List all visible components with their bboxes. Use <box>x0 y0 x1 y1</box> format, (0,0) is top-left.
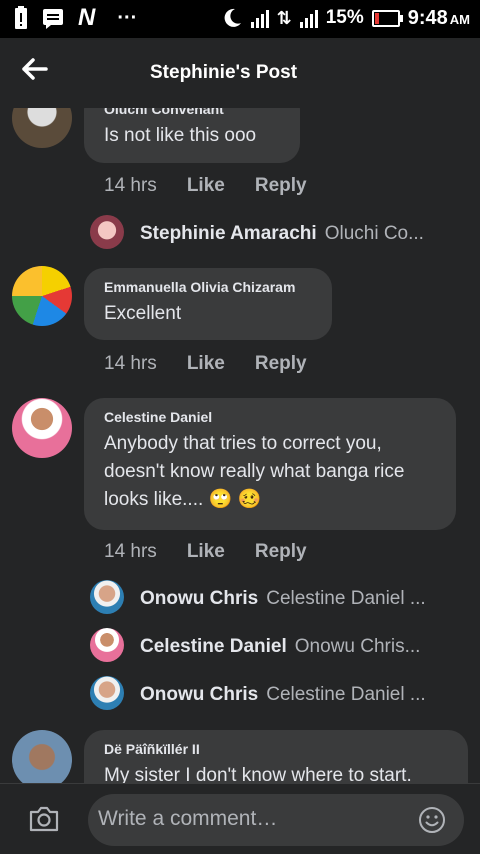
comment-text: Anybody that tries to correct you, doesn… <box>104 430 436 514</box>
reply-text: Celestine Daniel ... <box>266 684 426 705</box>
reply-text: Oluchi Co... <box>324 223 424 244</box>
more-dots-icon: ··· <box>117 7 138 29</box>
reply-preview[interactable]: Onowu Chris Celestine Daniel ... <box>140 684 426 706</box>
avatar[interactable] <box>12 730 72 783</box>
battery-icon <box>371 9 403 27</box>
comment-bubble[interactable]: Oluchi Convenant Is not like this ooo <box>84 108 300 163</box>
avatar[interactable] <box>90 676 124 710</box>
reply-preview[interactable]: Celestine Daniel Onowu Chris... <box>140 636 420 658</box>
comment-time: 14 hrs <box>104 541 157 562</box>
data-arrows-icon: ⇅ <box>276 8 292 28</box>
comment-text-line: doesn't know really what banga rice <box>104 461 405 482</box>
arrow-left-icon <box>22 58 48 80</box>
camera-button[interactable] <box>28 805 60 838</box>
like-button[interactable]: Like <box>187 541 225 563</box>
comment-bubble[interactable]: Celestine Daniel Anybody that tries to c… <box>84 398 456 530</box>
avatar[interactable] <box>90 215 124 249</box>
message-icon <box>43 9 63 29</box>
signal-2-icon <box>299 8 318 28</box>
camera-icon <box>29 806 59 832</box>
reply-button[interactable]: Reply <box>255 175 307 197</box>
like-button[interactable]: Like <box>187 353 225 375</box>
battery-alert-icon <box>15 6 27 29</box>
reply-preview[interactable]: Onowu Chris Celestine Daniel ... <box>140 588 426 610</box>
clock: 9:48 AM <box>407 6 470 29</box>
comment-text-line: Anybody that tries to correct you, <box>104 433 382 454</box>
avatar[interactable] <box>90 580 124 614</box>
comment-time: 14 hrs <box>104 353 157 374</box>
comment-feed[interactable]: Oluchi Convenant Is not like this ooo 14… <box>0 108 480 783</box>
comment-placeholder: Write a comment… <box>98 807 278 830</box>
back-button[interactable] <box>22 56 48 86</box>
comment-actions: 14 hrs Like Reply <box>104 175 307 197</box>
comment-actions: 14 hrs Like Reply <box>104 353 307 375</box>
avatar[interactable] <box>12 108 72 148</box>
avatar[interactable] <box>12 266 72 326</box>
comment-text-line: looks like.... 🙄 🥴 <box>104 489 262 510</box>
reply-text: Onowu Chris... <box>294 636 421 657</box>
like-button[interactable]: Like <box>187 175 225 197</box>
comment-composer: Write a comment… <box>0 783 480 854</box>
comment-author[interactable]: Emmanuella Olivia Chizaram <box>104 278 312 296</box>
emoji-button[interactable] <box>418 806 446 839</box>
comment-text: Is not like this ooo <box>104 125 257 146</box>
emoji-icon <box>419 807 445 833</box>
reply-button[interactable]: Reply <box>255 353 307 375</box>
status-bar: N ··· ⇅ 15% 9:48 AM <box>0 0 480 38</box>
reply-text: Celestine Daniel ... <box>266 588 426 609</box>
battery-percent: 15% <box>325 7 364 28</box>
comment-text: Excellent <box>104 303 182 324</box>
avatar[interactable] <box>90 628 124 662</box>
app-bar: Stephinie's Post <box>0 38 480 108</box>
comment-actions: 14 hrs Like Reply <box>104 541 307 563</box>
reply-author: Celestine Daniel <box>140 636 287 657</box>
avatar[interactable] <box>12 398 72 458</box>
comment-text: My sister I don't know where to start. <box>104 765 412 783</box>
reply-preview[interactable]: Stephinie Amarachi Oluchi Co... <box>140 223 424 245</box>
moon-icon <box>224 8 241 27</box>
comment-author[interactable]: Dë Päîñkïllér II <box>104 740 448 758</box>
reply-button[interactable]: Reply <box>255 541 307 563</box>
comment-time: 14 hrs <box>104 175 157 196</box>
reply-author: Stephinie Amarachi <box>140 223 317 244</box>
reply-author: Onowu Chris <box>140 684 259 705</box>
comment-input[interactable]: Write a comment… <box>88 794 464 846</box>
n-app-icon: N <box>78 4 96 31</box>
page-title: Stephinie's Post <box>150 62 298 83</box>
signal-1-icon <box>250 8 269 28</box>
comment-author[interactable]: Oluchi Convenant <box>104 108 280 118</box>
comment-bubble[interactable]: Dë Päîñkïllér II My sister I don't know … <box>84 730 468 783</box>
comment-bubble[interactable]: Emmanuella Olivia Chizaram Excellent <box>84 268 332 340</box>
reply-author: Onowu Chris <box>140 588 259 609</box>
comment-author[interactable]: Celestine Daniel <box>104 408 436 426</box>
